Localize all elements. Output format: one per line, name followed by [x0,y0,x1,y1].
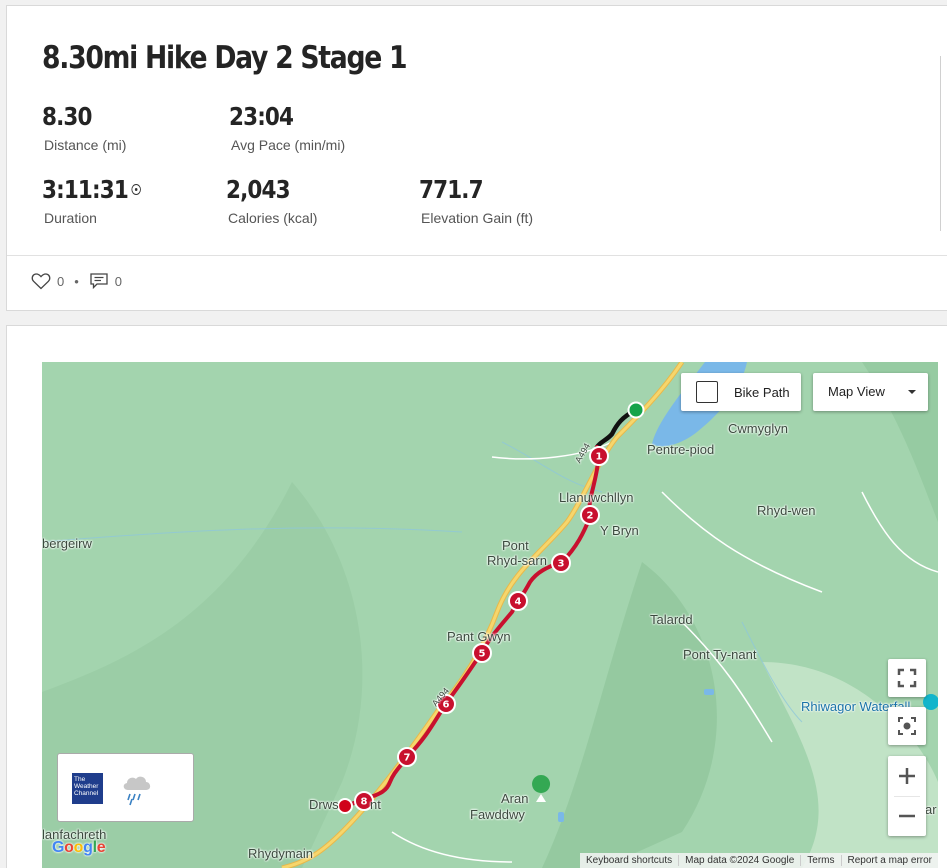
weather-channel-logo: The Weather Channel [72,773,103,804]
place-label: Fawddwy [470,807,525,822]
mile-marker-label: 4 [515,597,522,608]
map-view-label: Map View [828,384,885,399]
report-error-link[interactable]: Report a map error [840,855,938,866]
activity-summary-card: 8.30mi Hike Day 2 Stage 1 8.30 Distance … [6,5,947,311]
stat-elevation-value: 771.7 [419,175,484,204]
stat-calories-label: Calories (kcal) [228,210,318,226]
stat-pace-label: Avg Pace (min/mi) [231,137,346,153]
place-label: nt [370,797,381,812]
zoom-controls [888,756,926,836]
map-attribution: Keyboard shortcuts Map data ©2024 Google… [579,853,938,868]
stat-duration-label: Duration [44,210,97,226]
route-map-card: 12345678 Cwmyglyn Pentre-piod Llanuwchll… [6,325,947,868]
plus-icon [899,768,915,784]
mile-marker-label: 3 [558,559,565,570]
stat-elevation-label: Elevation Gain (ft) [421,210,534,226]
bike-path-toggle[interactable]: Bike Path [681,373,801,411]
fullscreen-button[interactable] [888,659,926,697]
place-label: Rhyd-sarn [487,553,547,568]
rain-cloud-icon [123,776,151,806]
mile-marker-3[interactable]: 3 [551,553,571,573]
place-label: Cwmyglyn [728,421,788,436]
moving-time-icon[interactable] [131,183,141,195]
map-data-text: Map data ©2024 Google [678,855,800,866]
stat-distance-value: 8.30 [42,102,92,131]
mile-marker-1[interactable]: 1 [589,446,609,466]
google-logo: Google [52,839,106,856]
minus-icon [899,814,915,818]
terms-link[interactable]: Terms [800,855,840,866]
duration-text: 3:11:31 [42,175,129,204]
route-map[interactable]: 12345678 Cwmyglyn Pentre-piod Llanuwchll… [42,362,938,868]
place-label: Pont [502,538,529,553]
bike-path-checkbox[interactable] [696,381,718,403]
place-label: Pentre-piod [647,442,715,457]
place-label: Rhydymain [248,846,314,861]
recenter-icon [898,717,916,735]
stat-pace-value: 23:04 [229,102,294,131]
mile-marker-7[interactable]: 7 [397,747,417,767]
recenter-button[interactable] [888,707,926,745]
mile-marker-4[interactable]: 4 [508,591,528,611]
mile-marker-label: 1 [596,452,603,463]
comment-icon[interactable] [89,272,109,290]
map-view-dropdown[interactable]: Map View [813,373,928,411]
place-label: Pant Gwyn [447,629,511,644]
mile-marker-5[interactable]: 5 [472,643,492,663]
social-bar: 0 • 0 [31,272,132,290]
place-label: Talardd [650,612,693,627]
stat-pace: 23:04 Avg Pace (min/mi) [229,102,345,153]
place-label: Y Bryn [600,523,639,538]
zoom-in-button[interactable] [888,756,926,796]
activity-title: 8.30mi Hike Day 2 Stage 1 [42,40,408,76]
mile-marker-label: 2 [587,511,594,522]
stat-duration-value: 3:11:31 [42,175,141,204]
chevron-down-icon [908,390,916,394]
mile-marker-label: 8 [361,797,368,808]
scroll-indicator [940,56,941,231]
keyboard-shortcuts-link[interactable]: Keyboard shortcuts [580,855,678,866]
stat-distance-label: Distance (mi) [44,137,127,153]
stat-distance: 8.30 Distance (mi) [42,102,126,153]
place-label: Drws [309,797,339,812]
stat-calories-value: 2,043 [226,175,291,204]
weather-widget[interactable]: The Weather Channel [57,753,194,822]
place-label: ar [925,802,937,817]
like-count: 0 [57,273,65,289]
place-label: Aran [501,791,529,806]
stat-duration: 3:11:31 Duration [42,175,157,226]
mile-marker-label: 5 [479,649,486,660]
stat-calories: 2,043 Calories (kcal) [226,175,317,226]
mile-marker-2[interactable]: 2 [580,505,600,525]
comment-count: 0 [114,273,123,289]
place-label: Rhyd-wen [757,503,816,518]
heart-icon[interactable] [31,272,51,290]
fullscreen-icon [897,668,917,688]
divider [7,255,947,256]
place-label: Pont Ty-nant [683,647,757,662]
stat-elevation: 771.7 Elevation Gain (ft) [419,175,533,226]
place-label: Llanuwchllyn [559,490,634,505]
bike-path-label: Bike Path [734,384,790,400]
separator-dot: • [74,273,79,289]
zoom-out-button[interactable] [888,796,926,836]
mile-marker-label: 7 [404,753,411,764]
place-label: bergeirw [42,536,92,551]
